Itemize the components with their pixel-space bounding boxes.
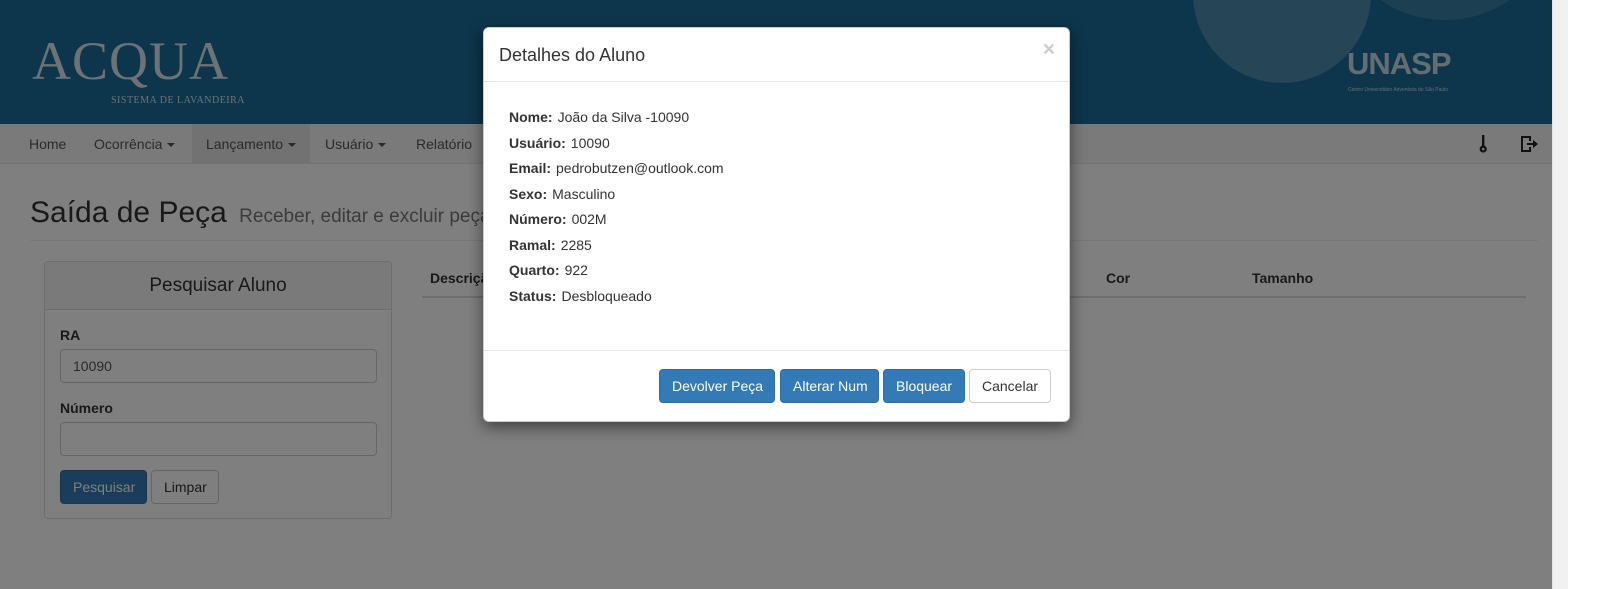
modal-title: Detalhes do Aluno <box>499 45 646 65</box>
detail-label: Sexo: <box>509 186 548 202</box>
close-icon[interactable]: × <box>1043 38 1055 62</box>
detail-email: Email: pedrobutzen@outlook.com <box>509 160 724 176</box>
cancel-button[interactable]: Cancelar <box>969 369 1051 403</box>
change-number-button[interactable]: Alterar Num <box>780 369 879 403</box>
modal-footer-divider <box>484 350 1069 351</box>
detail-label: Quarto: <box>509 262 560 278</box>
detail-value: João da Silva -10090 <box>557 109 690 125</box>
detail-value: 2285 <box>560 237 592 253</box>
detail-ramal: Ramal: 2285 <box>509 237 592 253</box>
detail-numero: Número: 002M <box>509 211 607 227</box>
detail-label: Status: <box>509 288 557 304</box>
detail-nome: Nome: João da Silva -10090 <box>509 109 689 125</box>
detail-quarto: Quarto: 922 <box>509 262 588 278</box>
detail-value: 10090 <box>570 135 610 151</box>
detail-value: pedrobutzen@outlook.com <box>556 160 724 176</box>
detail-label: Ramal: <box>509 237 556 253</box>
block-button[interactable]: Bloquear <box>883 369 965 403</box>
window-edge <box>1568 0 1599 589</box>
detail-value: Masculino <box>552 186 616 202</box>
detail-label: Nome: <box>509 109 553 125</box>
vertical-scrollbar[interactable] <box>1552 0 1568 589</box>
detail-value: 922 <box>564 262 588 278</box>
modal-header: Detalhes do Aluno × <box>484 28 1069 82</box>
detail-label: Usuário: <box>509 135 566 151</box>
student-details-modal: Detalhes do Aluno × Nome: João da Silva -… <box>483 27 1070 422</box>
detail-label: Número: <box>509 211 567 227</box>
detail-value: Desbloqueado <box>561 288 652 304</box>
return-item-button[interactable]: Devolver Peça <box>659 369 775 403</box>
detail-sexo: Sexo: Masculino <box>509 186 615 202</box>
detail-label: Email: <box>509 160 552 176</box>
detail-status: Status: Desbloqueado <box>509 288 652 304</box>
detail-usuario: Usuário: 10090 <box>509 135 610 151</box>
detail-value: 002M <box>571 211 607 227</box>
